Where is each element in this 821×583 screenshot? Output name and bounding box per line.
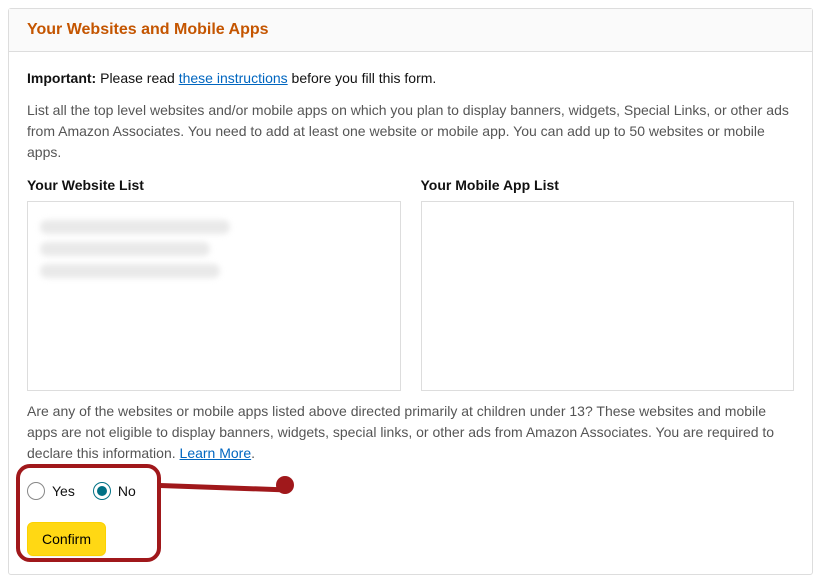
question-period: . bbox=[251, 445, 255, 461]
panel-title: Your Websites and Mobile Apps bbox=[27, 21, 269, 38]
important-suffix: before you fill this form. bbox=[288, 70, 437, 86]
learn-more-link[interactable]: Learn More bbox=[180, 445, 252, 461]
website-list-box[interactable] bbox=[27, 201, 401, 391]
mobile-list-label: Your Mobile App List bbox=[421, 177, 795, 193]
radio-no-label: No bbox=[118, 483, 136, 499]
panel-body: Important: Please read these instruction… bbox=[9, 52, 812, 574]
radio-circle-icon bbox=[27, 482, 45, 500]
description-text: List all the top level websites and/or m… bbox=[27, 100, 794, 163]
radio-group: Yes No bbox=[27, 482, 794, 500]
radio-no[interactable]: No bbox=[93, 482, 136, 500]
list-item bbox=[40, 220, 230, 234]
important-line: Important: Please read these instruction… bbox=[27, 70, 794, 86]
list-columns: Your Website List Your Mobile App List bbox=[27, 177, 794, 391]
panel: Your Websites and Mobile Apps Important:… bbox=[8, 8, 813, 575]
instructions-link[interactable]: these instructions bbox=[179, 70, 288, 86]
list-item bbox=[40, 242, 210, 256]
radio-yes-label: Yes bbox=[52, 483, 75, 499]
mobile-list-box[interactable] bbox=[421, 201, 795, 391]
radio-yes[interactable]: Yes bbox=[27, 482, 75, 500]
coppa-question: Are any of the websites or mobile apps l… bbox=[27, 401, 794, 464]
list-item bbox=[40, 264, 220, 278]
radio-circle-selected-icon bbox=[93, 482, 111, 500]
confirm-button[interactable]: Confirm bbox=[27, 522, 106, 556]
important-label: Important: bbox=[27, 70, 96, 86]
panel-header: Your Websites and Mobile Apps bbox=[9, 9, 812, 52]
question-text: Are any of the websites or mobile apps l… bbox=[27, 403, 774, 461]
website-list-label: Your Website List bbox=[27, 177, 401, 193]
mobile-column: Your Mobile App List bbox=[421, 177, 795, 391]
website-column: Your Website List bbox=[27, 177, 401, 391]
radio-dot-icon bbox=[97, 486, 107, 496]
important-prefix: Please read bbox=[96, 70, 179, 86]
